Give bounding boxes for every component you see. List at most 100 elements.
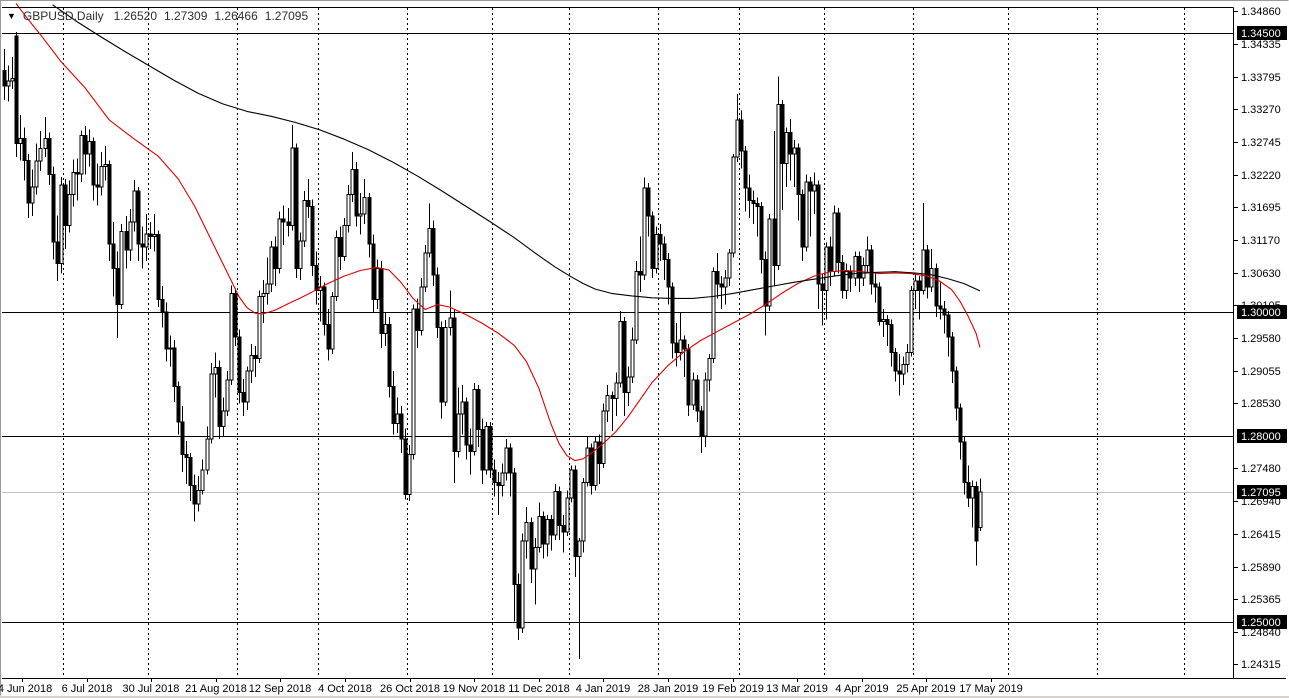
price-tick-label: 1.25890 (1241, 562, 1281, 574)
candle (334, 230, 339, 301)
candle (889, 319, 894, 367)
price-level-tag-value: 1.28000 (1241, 431, 1281, 443)
candle-body (484, 426, 489, 471)
candle-body (286, 221, 291, 226)
candle (310, 199, 315, 277)
candle (792, 139, 797, 187)
candle-body (581, 481, 586, 542)
candle-body (553, 491, 558, 536)
candle-body (148, 233, 153, 237)
candle-body (897, 370, 902, 375)
candle-body (257, 296, 262, 359)
candle (751, 190, 756, 225)
time-tick-label: 13 Mar 2019 (766, 683, 828, 695)
time-tick-label: 19 Feb 2019 (702, 683, 764, 695)
candle-body (516, 583, 521, 629)
candle-body (950, 336, 955, 372)
candle (605, 385, 610, 423)
candle-body (893, 351, 898, 372)
candle-body (330, 296, 335, 350)
candle (225, 370, 230, 417)
candle-body (87, 141, 92, 155)
candle-body (573, 469, 578, 558)
candle (261, 279, 266, 324)
candle (399, 406, 404, 454)
candle-body (14, 35, 19, 145)
candle-body (601, 410, 606, 465)
candle-body (686, 348, 691, 406)
price-tick-label: 1.30630 (1241, 268, 1281, 280)
candle-body (435, 274, 440, 328)
candle (87, 129, 92, 167)
candle-body (585, 447, 590, 483)
candle (326, 308, 331, 361)
symbol-dropdown-icon[interactable]: ▼ (7, 11, 16, 21)
candle-body (411, 308, 416, 455)
candle-body (342, 224, 347, 257)
candle-body (966, 481, 971, 499)
candle (638, 236, 643, 293)
candle-body (626, 376, 631, 394)
candle-body (848, 271, 853, 279)
candle (330, 292, 335, 355)
candle-body (889, 323, 894, 353)
candle-body (832, 212, 837, 273)
candle (192, 474, 197, 522)
candle-body (925, 249, 930, 288)
candle-body (755, 203, 760, 208)
candle-body (917, 280, 922, 291)
candle-body (512, 472, 517, 585)
candle (840, 255, 845, 299)
candle (306, 178, 311, 218)
candle (156, 230, 161, 308)
candle (140, 226, 145, 269)
candle-body (901, 364, 906, 375)
time-tick-label: 11 Dec 2018 (508, 683, 570, 695)
candle-body (962, 441, 967, 483)
candle (456, 387, 461, 458)
candle (832, 205, 837, 277)
candle (257, 290, 262, 363)
candle (168, 335, 173, 367)
time-tick-label: 6 Jul 2018 (62, 683, 113, 695)
candle-body (213, 367, 218, 375)
candle-body (431, 227, 436, 276)
candle (362, 178, 367, 225)
candle (873, 273, 878, 303)
candle (103, 146, 108, 181)
candle-body (561, 525, 566, 533)
candle (913, 273, 918, 309)
candle-body (500, 472, 505, 486)
candle (253, 346, 258, 378)
candle-body (221, 410, 226, 428)
candle-body (654, 234, 659, 270)
candle (541, 511, 546, 559)
candle (294, 143, 299, 278)
candle-body (921, 249, 926, 291)
candle-body (658, 234, 663, 245)
candle-body (30, 186, 35, 204)
candle (229, 285, 234, 386)
candle (411, 304, 416, 460)
candle-body (79, 135, 84, 175)
price-axis[interactable]: 1.34860 1.34335 1.33795 1.33270 1.32745 1.322… (1234, 6, 1287, 671)
candle-body (338, 237, 343, 257)
candle-body (294, 147, 299, 270)
candle-body (650, 215, 655, 270)
candle-body (808, 181, 813, 192)
candle (711, 267, 716, 363)
candle-body (95, 184, 100, 188)
candle-body (508, 447, 513, 474)
candle-body (678, 339, 683, 353)
time-axis[interactable]: 14 Jun 2018 6 Jul 2018 30 Jul 2018 21 Aug 2… (0, 679, 1023, 695)
candle-body (427, 227, 432, 254)
candle-body (124, 230, 129, 251)
candle (934, 263, 939, 317)
candle (375, 259, 380, 309)
candle-body (176, 385, 181, 423)
candle-body (913, 280, 918, 291)
candle-body (557, 491, 562, 527)
candle (715, 253, 720, 299)
candle-body (407, 453, 412, 496)
chart-canvas[interactable]: 1.34860 1.34335 1.33795 1.33270 1.32745 1.322… (0, 0, 1289, 698)
